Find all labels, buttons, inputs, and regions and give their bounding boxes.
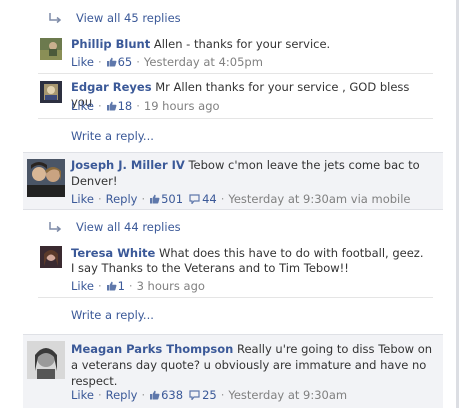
- reply-item: Phillip Blunt Allen - thanks for your se…: [38, 32, 433, 74]
- view-all-replies-link[interactable]: View all 45 replies: [48, 7, 181, 29]
- view-all-replies-link[interactable]: View all 44 replies: [48, 216, 181, 238]
- timestamp[interactable]: Yesterday at 9:30am via mobile: [228, 192, 410, 206]
- reply-item: Edgar Reyes Mr Allen thanks for your ser…: [38, 75, 433, 119]
- author-name[interactable]: Phillip Blunt: [71, 37, 150, 51]
- author-name[interactable]: Joseph J. Miller IV: [71, 158, 185, 172]
- like-link[interactable]: Like: [71, 99, 94, 113]
- reply-text: Allen - thanks for your service.: [153, 37, 331, 51]
- view-all-replies-label[interactable]: View all 45 replies: [76, 11, 181, 25]
- like-link[interactable]: Like: [71, 192, 94, 206]
- avatar[interactable]: [27, 341, 65, 379]
- like-link[interactable]: Like: [71, 279, 94, 293]
- thumbs-up-icon: [149, 390, 160, 400]
- like-count[interactable]: 1: [118, 279, 125, 293]
- author-name[interactable]: Edgar Reyes: [71, 80, 152, 94]
- thumbs-up-icon: [106, 101, 117, 111]
- avatar[interactable]: [40, 38, 62, 60]
- like-link[interactable]: Like: [71, 388, 94, 402]
- timestamp[interactable]: Yesterday at 9:30am: [228, 388, 347, 402]
- like-count[interactable]: 638: [161, 388, 183, 402]
- comment-item: Meagan Parks Thompson Really u're going …: [23, 334, 443, 408]
- reply-count[interactable]: 44: [202, 192, 217, 206]
- timestamp[interactable]: 3 hours ago: [137, 279, 205, 293]
- author-name[interactable]: Teresa White: [71, 246, 155, 260]
- thumbs-up-icon: [106, 281, 117, 291]
- like-count[interactable]: 18: [118, 99, 133, 113]
- timestamp[interactable]: 19 hours ago: [144, 99, 220, 113]
- avatar[interactable]: [40, 81, 62, 103]
- like-count[interactable]: 65: [118, 55, 133, 69]
- reply-count[interactable]: 25: [202, 388, 217, 402]
- timestamp[interactable]: Yesterday at 4:05pm: [144, 55, 263, 69]
- thumbs-up-icon: [149, 194, 160, 204]
- speech-bubble-icon: [189, 194, 200, 204]
- reply-link[interactable]: Reply: [106, 192, 138, 206]
- reply-thread-icon: [48, 12, 62, 24]
- view-all-replies-label[interactable]: View all 44 replies: [76, 220, 181, 234]
- reply-thread-icon: [48, 221, 62, 233]
- comments-section: View all 45 replies Phillip Blunt Allen …: [0, 0, 459, 408]
- author-name[interactable]: Meagan Parks Thompson: [71, 342, 233, 356]
- avatar[interactable]: [40, 246, 62, 268]
- like-link[interactable]: Like: [71, 55, 94, 69]
- write-reply-input[interactable]: Write a reply...: [71, 129, 154, 143]
- thumbs-up-icon: [106, 57, 117, 67]
- write-reply-input[interactable]: Write a reply...: [71, 308, 154, 322]
- reply-link[interactable]: Reply: [106, 388, 138, 402]
- avatar[interactable]: [27, 159, 65, 197]
- reply-item: Teresa White What does this have to do w…: [38, 241, 433, 298]
- like-count[interactable]: 501: [161, 192, 183, 206]
- comment-item: Joseph J. Miller IV Tebow c'mon leave th…: [23, 152, 443, 210]
- speech-bubble-icon: [189, 390, 200, 400]
